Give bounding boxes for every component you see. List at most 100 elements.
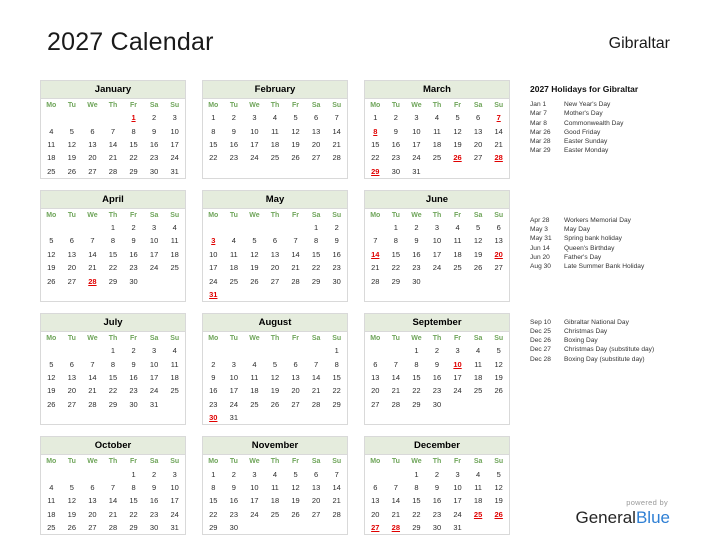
day-cell: 16: [149, 496, 159, 506]
week-row: 13 14 15 16 17 18 19: [365, 494, 509, 507]
day-cell: 16: [432, 496, 442, 506]
weekday-header-we: We: [249, 458, 260, 466]
day-cell: 28: [108, 166, 118, 176]
weekday-header-th: Th: [270, 458, 280, 466]
holiday-date: Dec 25: [530, 327, 551, 335]
month-row: January Mo Tu We Th Fr Sa Su 1 2 3 4 5 6 7 8 9 10 11 12 13 14…: [40, 80, 512, 179]
day-cell: 18: [229, 263, 239, 273]
day-cell: 18: [47, 509, 56, 519]
day-cell: 25: [473, 386, 483, 396]
day-cell-empty: [488, 274, 509, 287]
day-cell: 24: [412, 153, 421, 163]
day-cell: 12: [270, 373, 280, 383]
day-cell: 4: [434, 113, 440, 123]
day-cell: 27: [67, 399, 77, 409]
day-cell: 9: [414, 236, 419, 246]
day-cell: 17: [170, 139, 179, 149]
month-days-table: Mo Tu We Th Fr Sa Su 1 2 3 4 5 6 7 8 9 10 11 12 13 14 15 16 17 1…: [203, 332, 347, 424]
day-cell-empty: [103, 111, 124, 124]
day-cell: 23: [209, 399, 218, 409]
weekday-header-sa: Sa: [311, 458, 321, 466]
page-header: 2027 Calendar Gibraltar: [0, 28, 712, 70]
day-cell: 15: [332, 373, 341, 383]
weekday-header-we: We: [87, 211, 98, 219]
weekday-header-sa: Sa: [149, 211, 159, 219]
day-cell: 6: [90, 126, 95, 136]
day-cell: 26: [291, 153, 300, 163]
day-cell: 22: [311, 263, 321, 273]
weekday-header-row: Mo Tu We Th Fr Sa Su: [41, 209, 185, 221]
day-cell: 2: [231, 113, 236, 123]
day-cell: 2: [393, 113, 398, 123]
holiday-group-spacer: [530, 156, 708, 216]
day-cell: 15: [108, 249, 118, 259]
day-cell: 12: [291, 126, 300, 136]
day-cell: 13: [371, 373, 380, 383]
day-cell: 1: [393, 223, 398, 233]
day-cell-holiday: 8: [373, 126, 378, 136]
week-row: 11 12 13 14 15 16 17: [41, 494, 185, 507]
day-cell-holiday: 28: [88, 276, 97, 286]
day-cell-empty: [41, 111, 62, 124]
holiday-row: Mar 7 Mother's Day: [530, 109, 708, 118]
day-cell: 23: [149, 509, 159, 519]
day-cell: 29: [391, 276, 401, 286]
day-cell: 26: [47, 276, 56, 286]
day-cell: 15: [129, 139, 138, 149]
day-cell: 11: [170, 236, 179, 246]
weekday-header-tu: Tu: [67, 335, 76, 343]
holiday-name: Boxing Day (substitute day): [564, 355, 645, 363]
month-row: July Mo Tu We Th Fr Sa Su 1 2 3 4 5 6 7 8 9 10 11 12 13 14 15 1…: [40, 313, 512, 426]
week-row: 22 23 24 25 26 27 28: [203, 508, 347, 521]
day-cell: 7: [110, 126, 116, 136]
holiday-date: Mar 29: [530, 147, 551, 155]
week-row: 8 9 10 11 12 13 14: [365, 124, 509, 137]
weekday-header-mo: Mo: [370, 211, 381, 219]
day-cell: 18: [473, 496, 483, 506]
weekday-header-sa: Sa: [473, 335, 483, 343]
day-cell: 24: [229, 399, 239, 409]
day-cell: 12: [473, 236, 483, 246]
day-cell: 2: [131, 346, 136, 356]
day-cell: 16: [391, 139, 401, 149]
week-row: 7 8 9 10 11 12 13: [365, 234, 509, 247]
day-cell-empty: [447, 398, 468, 411]
day-cell-empty: [164, 398, 185, 411]
week-row: 8 9 10 11 12 13 14: [203, 481, 347, 494]
weekday-header-sa: Sa: [149, 458, 159, 466]
day-cell-holiday: 28: [391, 523, 401, 533]
holiday-row: Jan 1 New Year's Day: [530, 100, 708, 109]
holiday-row: Mar 28 Easter Sunday: [530, 137, 708, 146]
day-cell: 30: [412, 276, 421, 286]
week-row: 6 7 8 9 10 11 12: [365, 481, 509, 494]
day-cell: 6: [496, 223, 501, 233]
holiday-name: Queen's Birthday: [564, 244, 615, 252]
day-cell: 6: [373, 482, 378, 492]
day-cell: 4: [252, 359, 257, 369]
weekday-header-row: Mo Tu We Th Fr Sa Su: [41, 99, 185, 111]
day-cell-empty: [41, 221, 62, 234]
day-cell-holiday: 31: [209, 289, 218, 299]
day-cell: 30: [432, 523, 442, 533]
day-cell-empty: [82, 111, 103, 124]
holiday-row: Dec 25 Christmas Day: [530, 327, 708, 336]
day-cell: 11: [271, 482, 279, 492]
week-row: 15 16 17 18 19 20 21: [203, 138, 347, 151]
day-cell: 7: [314, 359, 319, 369]
week-row: 1 2 3 4 5 6 7: [203, 111, 347, 124]
holiday-row: Dec 28 Boxing Day (substitute day): [530, 355, 708, 364]
holiday-name: Spring bank holiday: [564, 235, 622, 243]
day-cell: 10: [250, 126, 259, 136]
day-cell: 15: [129, 496, 138, 506]
day-cell: 20: [311, 496, 321, 506]
day-cell: 13: [67, 249, 77, 259]
day-cell-empty: [306, 344, 327, 357]
day-cell: 14: [332, 482, 341, 492]
day-cell: 12: [494, 359, 503, 369]
day-cell: 13: [67, 373, 77, 383]
day-cell: 25: [432, 153, 442, 163]
month-days-table: Mo Tu We Th Fr Sa Su 1 2 3 4 5 6 7 8 9 10 11 12 13 14 15 16 17 1…: [365, 332, 509, 411]
week-row: 19 20 21 22 23 24 25: [41, 261, 185, 274]
day-cell-empty: [285, 221, 306, 234]
holiday-row: Jun 20 Father's Day: [530, 253, 708, 262]
